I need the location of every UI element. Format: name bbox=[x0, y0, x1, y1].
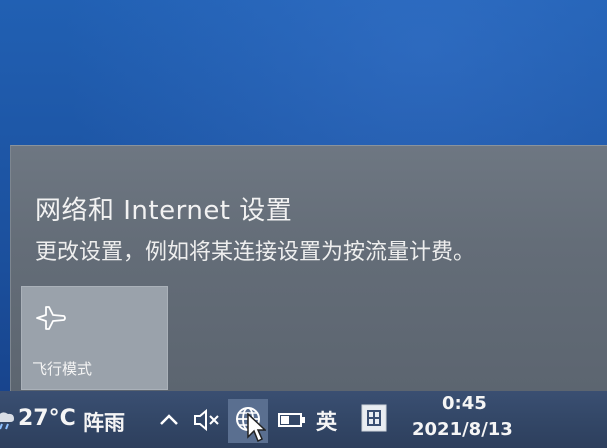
airplane-mode-label: 飞行模式 bbox=[32, 360, 93, 378]
clock-date[interactable]: 2021/8/13 bbox=[412, 419, 513, 440]
weather-temperature[interactable]: 27°C bbox=[18, 406, 76, 431]
ime-language-indicator[interactable]: 英 bbox=[316, 406, 337, 436]
weather-condition[interactable]: 阵雨 bbox=[83, 407, 125, 437]
clock-time[interactable]: 0:45 bbox=[442, 393, 487, 414]
airplane-icon bbox=[36, 306, 66, 330]
rain-shower-icon[interactable] bbox=[0, 408, 16, 432]
taskbar: 27°C 阵雨 英 0:45 2021/8/13 bbox=[0, 391, 607, 448]
mouse-cursor-icon bbox=[247, 413, 266, 443]
volume-muted-icon[interactable] bbox=[193, 407, 223, 433]
flyout-description: 更改设置，例如将某连接设置为按流量计费。 bbox=[35, 240, 476, 265]
ime-mode-icon[interactable] bbox=[360, 403, 388, 433]
flyout-title[interactable]: 网络和 Internet 设置 bbox=[35, 190, 292, 227]
network-settings-flyout: 网络和 Internet 设置 更改设置，例如将某连接设置为按流量计费。 飞行模… bbox=[10, 145, 607, 392]
chevron-up-icon[interactable] bbox=[158, 409, 180, 431]
battery-icon[interactable] bbox=[278, 412, 306, 428]
airplane-mode-tile[interactable]: 飞行模式 bbox=[21, 286, 168, 390]
